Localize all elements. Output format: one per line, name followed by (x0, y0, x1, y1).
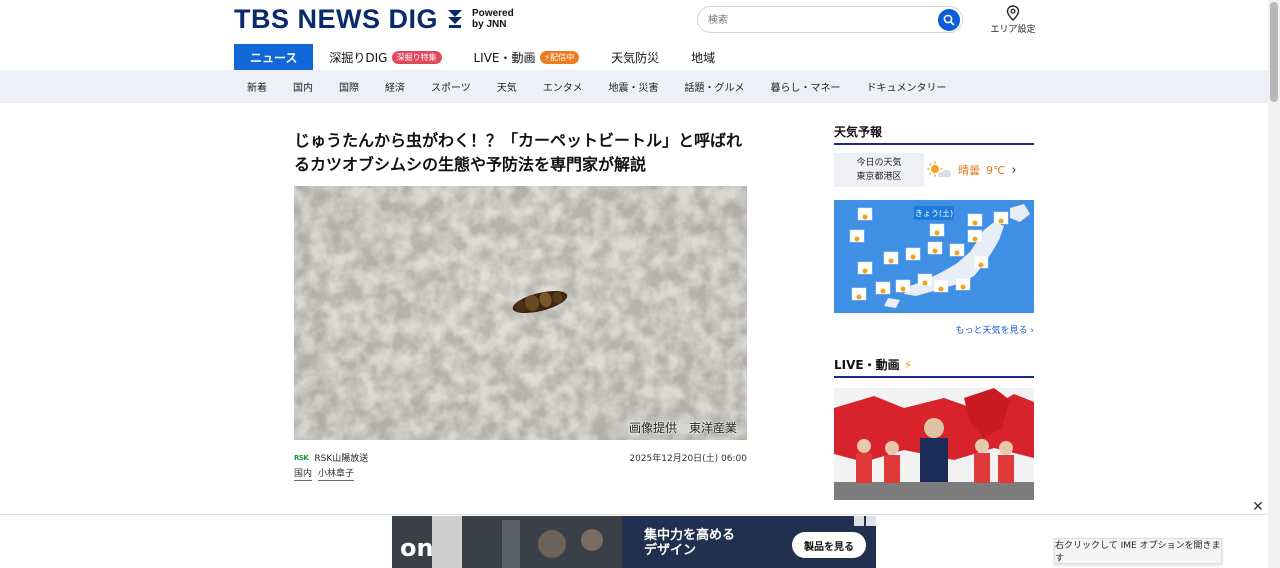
weather-card[interactable]: 今日の天気 東京都港区 晴曇 9℃ › (834, 153, 1034, 187)
powered-line2: by JNN (472, 19, 507, 30)
article-image[interactable]: 画像提供 東洋産業 (294, 186, 747, 440)
nav-tab-label: LIVE・動画 (473, 50, 536, 65)
subnav-item[interactable]: 暮らし・マネー (758, 79, 854, 94)
weather-condition: 晴曇 (958, 164, 980, 177)
today-label: 今日の天気 (856, 158, 902, 168)
more-weather-link[interactable]: もっと天気を見る › (834, 323, 1035, 336)
subnav-item[interactable]: 新着 (234, 79, 280, 94)
subnav-item[interactable]: スポーツ (418, 79, 484, 94)
area-setting-label: エリア設定 (990, 25, 1036, 35)
area-setting-button[interactable]: エリア設定 (990, 5, 1036, 35)
search-icon (943, 14, 955, 26)
search-box (697, 6, 963, 33)
nav-tab-label: ニュース (250, 50, 298, 65)
article-meta: RSK RSK山陽放送 2025年12月20日(土) 06:00 (294, 451, 747, 465)
subnav-item[interactable]: 地震・災害 (596, 79, 672, 94)
chevron-right-icon: › (1011, 162, 1017, 178)
nav-tab-weather[interactable]: 天気防災 (595, 44, 675, 70)
image-credit: 画像提供 東洋産業 (628, 421, 737, 435)
ad-headline-line2: デザイン (644, 543, 697, 558)
nav-tab-label: 深掘りDIG (329, 50, 388, 65)
tag-link[interactable]: 小林章子 (318, 468, 355, 481)
live-video-thumbnail[interactable] (834, 388, 1034, 500)
ime-tooltip: 右クリックして IME オプションを開きます (1054, 538, 1222, 564)
location-pin-icon (1006, 5, 1020, 21)
search-button[interactable] (938, 9, 960, 31)
banner-ad[interactable]: on 集中力を高める デザイン 製品を見る (392, 516, 876, 568)
ad-cta-button[interactable]: 製品を見る (792, 532, 866, 558)
main-nav: ニュース 深掘りDIG 深掘り特集 LIVE・動画 ⚡配信中 天気防災 地域 (234, 44, 731, 70)
article-tags: 国内 小林章子 (294, 468, 355, 481)
site-logo[interactable]: TBS NEWS DIG Powered by JNN (234, 4, 514, 34)
nav-badge: 深掘り特集 (391, 50, 442, 64)
subnav-item[interactable]: 天気 (484, 79, 530, 94)
subnav-item[interactable]: 国際 (326, 79, 372, 94)
site-header: TBS NEWS DIG Powered by JNN エリア設定 (0, 0, 1268, 44)
close-ad-icon[interactable]: ✕ (1250, 499, 1266, 515)
location-label: 東京都港区 (856, 172, 902, 182)
tag-link[interactable]: 国内 (294, 468, 313, 481)
station-name: RSK山陽放送 (314, 454, 369, 464)
live-heading-label: LIVE・動画 (834, 358, 900, 372)
japan-weather-map: きょう(土) (834, 200, 1034, 313)
nav-tab-news[interactable]: ニュース (234, 44, 314, 70)
station-logo: RSK (294, 453, 309, 462)
dig-mark-icon (446, 8, 464, 30)
sun-cloud-icon (927, 161, 952, 177)
scrollbar-thumb[interactable] (1270, 2, 1278, 102)
more-weather-label: もっと天気を見る (955, 326, 1028, 336)
logo-text: TBS NEWS DIG (234, 3, 439, 34)
live-badge-label: 配信中 (550, 52, 575, 62)
lightning-icon: ⚡ (903, 358, 913, 372)
ad-headline: 集中力を高める デザイン (644, 528, 735, 558)
article-title: じゅうたんから虫がわく！？「カーペットビートル」と呼ばれるカツオブシムシの生態や… (294, 131, 743, 174)
search-input[interactable] (708, 12, 928, 28)
nav-tab-live[interactable]: LIVE・動画 ⚡配信中 (458, 44, 596, 70)
powered-by-jnn: Powered by JNN (472, 8, 514, 30)
ad-headline-line1: 集中力を高める (644, 528, 736, 543)
weather-location-box: 今日の天気 東京都港区 (834, 153, 924, 187)
nav-tab-label: 天気防災 (611, 50, 660, 65)
station-info[interactable]: RSK RSK山陽放送 (294, 451, 369, 465)
weather-summary: 晴曇 9℃ › (926, 161, 1017, 179)
publish-date: 2025年12月20日(土) 06:00 (629, 454, 747, 464)
live-thumbnail-image (834, 388, 1034, 500)
live-heading: LIVE・動画 ⚡ (834, 356, 1034, 378)
live-badge: ⚡配信中 (539, 50, 580, 64)
page-scrollbar[interactable] (1268, 0, 1280, 568)
subnav-item[interactable]: 話題・グルメ (672, 79, 758, 94)
subnav-item[interactable]: ドキュメンタリー (854, 79, 960, 94)
sub-nav: 新着 国内 国際 経済 スポーツ 天気 エンタメ 地震・災害 話題・グルメ 暮ら… (0, 70, 1268, 103)
svg-text:on: on (400, 534, 434, 562)
subnav-item[interactable]: 経済 (372, 79, 418, 94)
nav-tab-region[interactable]: 地域 (675, 44, 731, 70)
subnav-item[interactable]: エンタメ (530, 79, 596, 94)
powered-line1: Powered (472, 8, 514, 19)
carpet-texture-image (294, 186, 747, 440)
subnav-item[interactable]: 国内 (280, 79, 326, 94)
nav-tab-label: 地域 (691, 50, 716, 65)
map-title: きょう(土) (915, 208, 953, 218)
chevron-right-icon: › (1030, 326, 1034, 336)
nav-tab-fukabori[interactable]: 深掘りDIG 深掘り特集 (313, 44, 457, 70)
weather-map[interactable]: きょう(土) (834, 200, 1034, 313)
weather-heading: 天気予報 (834, 123, 1034, 145)
temperature: 9℃ (986, 163, 1006, 177)
